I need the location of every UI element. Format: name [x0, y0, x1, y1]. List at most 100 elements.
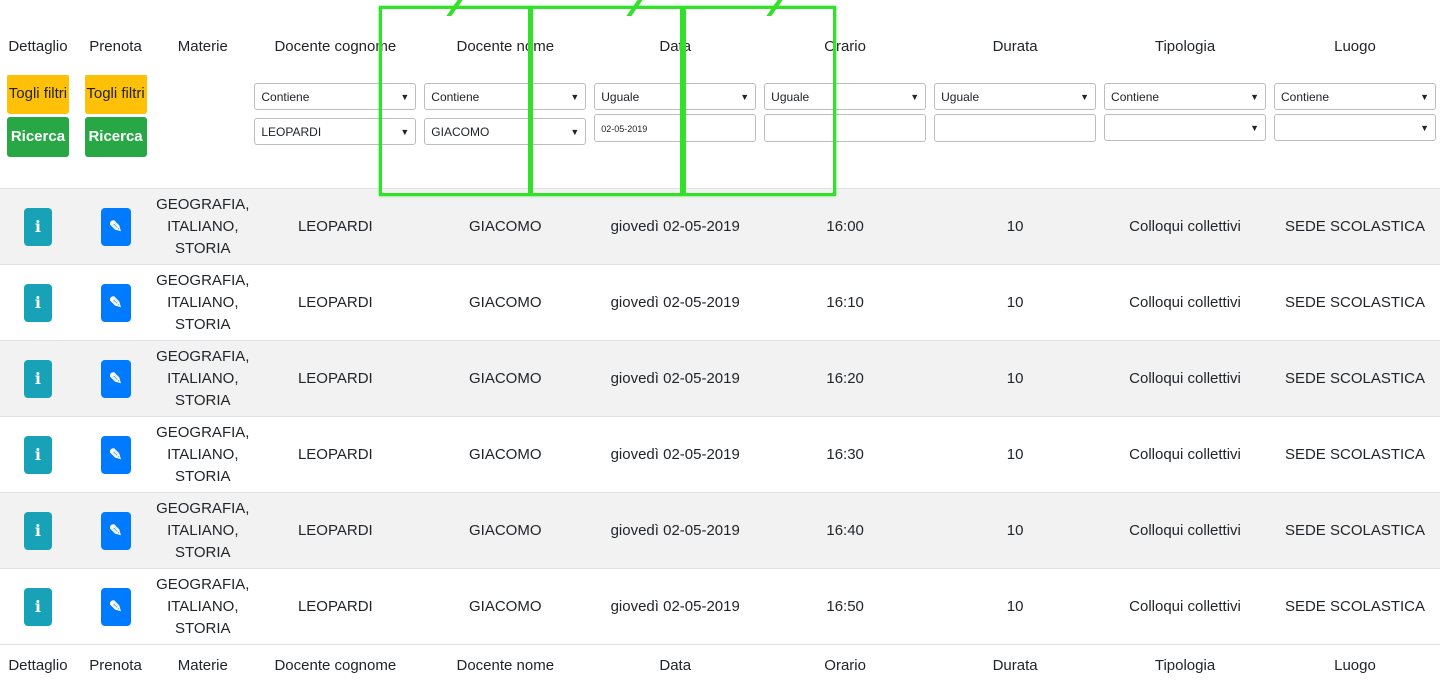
col-header-docente-nome[interactable]: Docente nome — [420, 18, 590, 75]
cell-nome: GIACOMO — [420, 416, 591, 493]
durata-filter-mode-select[interactable]: Uguale ▼ — [934, 83, 1097, 110]
cell-data: giovedì 02-05-2019 — [590, 416, 761, 493]
col-header-luogo[interactable]: Luogo — [1270, 18, 1440, 75]
cell-tipologia: Colloqui collettivi — [1100, 264, 1270, 341]
header-row: Dettaglio Prenota Materie Docente cognom… — [0, 18, 1440, 75]
cell-nome: GIACOMO — [420, 264, 591, 341]
filter-cell-durata: Uguale ▼ — [930, 75, 1101, 189]
footer-docente-nome: Docente nome — [420, 644, 591, 685]
cell-data: giovedì 02-05-2019 — [590, 492, 761, 569]
tipologia-filter-value-select[interactable]: ▼ — [1104, 114, 1266, 141]
clear-filters-button[interactable]: Togli filtri — [6, 75, 69, 114]
dropdown-arrow-icon: ▼ — [570, 127, 580, 137]
data-filter-mode-select[interactable]: Uguale ▼ — [594, 83, 757, 110]
cell-luogo: SEDE SCOLASTICA — [1269, 416, 1440, 493]
cell-luogo: SEDE SCOLASTICA — [1269, 264, 1440, 341]
nome-filter-mode-select[interactable]: Contiene ▼ — [424, 83, 587, 110]
cell-luogo: SEDE SCOLASTICA — [1269, 568, 1440, 645]
table-row: i ✎ GEOGRAFIA, ITALIANO, STORIA LEOPARDI… — [0, 568, 1440, 645]
info-icon[interactable]: i — [23, 511, 52, 550]
cell-durata: 10 — [930, 188, 1101, 265]
cell-luogo: SEDE SCOLASTICA — [1269, 188, 1440, 265]
dropdown-arrow-icon: ▼ — [910, 92, 920, 102]
edit-icon[interactable]: ✎ — [100, 435, 131, 474]
clear-filters-button[interactable]: Togli filtri — [84, 75, 147, 114]
cell-cognome: LEOPARDI — [250, 492, 421, 569]
table-row: i ✎ GEOGRAFIA, ITALIANO, STORIA LEOPARDI… — [0, 340, 1440, 417]
filter-cell-docente-nome: Contiene ▼ GIACOMO ▼ — [420, 75, 591, 189]
info-icon[interactable]: i — [23, 359, 52, 398]
cell-luogo: SEDE SCOLASTICA — [1269, 340, 1440, 417]
cell-materie: GEOGRAFIA, ITALIANO, STORIA — [155, 492, 251, 569]
footer-materie: Materie — [155, 644, 251, 685]
durata-filter-input[interactable] — [934, 114, 1097, 142]
info-icon[interactable]: i — [23, 435, 52, 474]
footer-orario: Orario — [760, 644, 931, 685]
orario-filter-mode-select[interactable]: Uguale ▼ — [764, 83, 927, 110]
col-header-dettaglio[interactable]: Dettaglio — [0, 18, 76, 75]
search-button[interactable]: Ricerca — [6, 117, 69, 157]
cell-tipologia: Colloqui collettivi — [1100, 416, 1270, 493]
table-body: i ✎ GEOGRAFIA, ITALIANO, STORIA LEOPARDI… — [0, 188, 1440, 645]
cell-luogo: SEDE SCOLASTICA — [1269, 492, 1440, 569]
data-filter-input[interactable]: 02-05-2019 — [594, 114, 757, 142]
dropdown-arrow-icon: ▼ — [570, 92, 580, 102]
dropdown-arrow-icon: ▼ — [400, 127, 410, 137]
info-icon[interactable]: i — [23, 283, 52, 322]
cell-cognome: LEOPARDI — [250, 188, 421, 265]
info-icon[interactable]: i — [23, 587, 52, 626]
orario-filter-input[interactable] — [764, 114, 927, 142]
edit-icon[interactable]: ✎ — [100, 207, 131, 246]
table-row: i ✎ GEOGRAFIA, ITALIANO, STORIA LEOPARDI… — [0, 264, 1440, 341]
tipologia-filter-mode-select[interactable]: Contiene ▼ — [1104, 83, 1266, 110]
cell-durata: 10 — [930, 416, 1101, 493]
col-header-durata[interactable]: Durata — [930, 18, 1100, 75]
cell-nome: GIACOMO — [420, 568, 591, 645]
cell-tipologia: Colloqui collettivi — [1100, 492, 1270, 569]
luogo-filter-mode-select[interactable]: Contiene ▼ — [1273, 83, 1436, 110]
footer-luogo: Luogo — [1269, 644, 1440, 685]
page: Dettaglio Prenota Materie Docente cognom… — [0, 0, 1448, 686]
cognome-filter-value-select[interactable]: LEOPARDI ▼ — [254, 118, 417, 145]
footer-durata: Durata — [930, 644, 1101, 685]
info-icon[interactable]: i — [23, 207, 52, 246]
edit-icon[interactable]: ✎ — [100, 587, 131, 626]
dropdown-arrow-icon: ▼ — [740, 92, 750, 102]
cell-orario: 16:40 — [760, 492, 931, 569]
filter-row: Togli filtri Ricerca Togli filtri Ricerc… — [0, 75, 1440, 189]
table-row: i ✎ GEOGRAFIA, ITALIANO, STORIA LEOPARDI… — [0, 416, 1440, 493]
cell-tipologia: Colloqui collettivi — [1100, 340, 1270, 417]
cell-cognome: LEOPARDI — [250, 264, 421, 341]
cell-data: giovedì 02-05-2019 — [590, 568, 761, 645]
luogo-filter-value-select[interactable]: ▼ — [1273, 114, 1436, 141]
footer-data: Data — [590, 644, 761, 685]
cell-data: giovedì 02-05-2019 — [590, 188, 761, 265]
dropdown-arrow-icon: ▼ — [1420, 92, 1429, 102]
col-header-prenota[interactable]: Prenota — [76, 18, 155, 75]
cell-durata: 10 — [930, 568, 1101, 645]
table-row: i ✎ GEOGRAFIA, ITALIANO, STORIA LEOPARDI… — [0, 188, 1440, 265]
cognome-filter-mode-select[interactable]: Contiene ▼ — [254, 83, 417, 110]
cell-orario: 16:00 — [760, 188, 931, 265]
filter-cell-docente-cognome: Contiene ▼ LEOPARDI ▼ — [250, 75, 421, 189]
dropdown-arrow-icon: ▼ — [1250, 123, 1259, 133]
cell-nome: GIACOMO — [420, 340, 591, 417]
cell-materie: GEOGRAFIA, ITALIANO, STORIA — [155, 188, 251, 265]
cell-materie: GEOGRAFIA, ITALIANO, STORIA — [155, 568, 251, 645]
edit-icon[interactable]: ✎ — [100, 359, 131, 398]
col-header-orario[interactable]: Orario — [760, 18, 930, 75]
top-band — [0, 0, 1448, 18]
col-header-tipologia[interactable]: Tipologia — [1100, 18, 1270, 75]
dropdown-arrow-icon: ▼ — [400, 92, 410, 102]
col-header-data[interactable]: Data — [590, 18, 760, 75]
nome-filter-value-select[interactable]: GIACOMO ▼ — [424, 118, 587, 145]
col-header-docente-cognome[interactable]: Docente cognome — [250, 18, 420, 75]
edit-icon[interactable]: ✎ — [100, 511, 131, 550]
edit-icon[interactable]: ✎ — [100, 283, 131, 322]
cell-cognome: LEOPARDI — [250, 568, 421, 645]
cell-nome: GIACOMO — [420, 492, 591, 569]
search-button[interactable]: Ricerca — [84, 117, 147, 157]
cell-nome: GIACOMO — [420, 188, 591, 265]
filter-cell-data: Uguale ▼ 02-05-2019 — [590, 75, 761, 189]
col-header-materie[interactable]: Materie — [155, 18, 250, 75]
